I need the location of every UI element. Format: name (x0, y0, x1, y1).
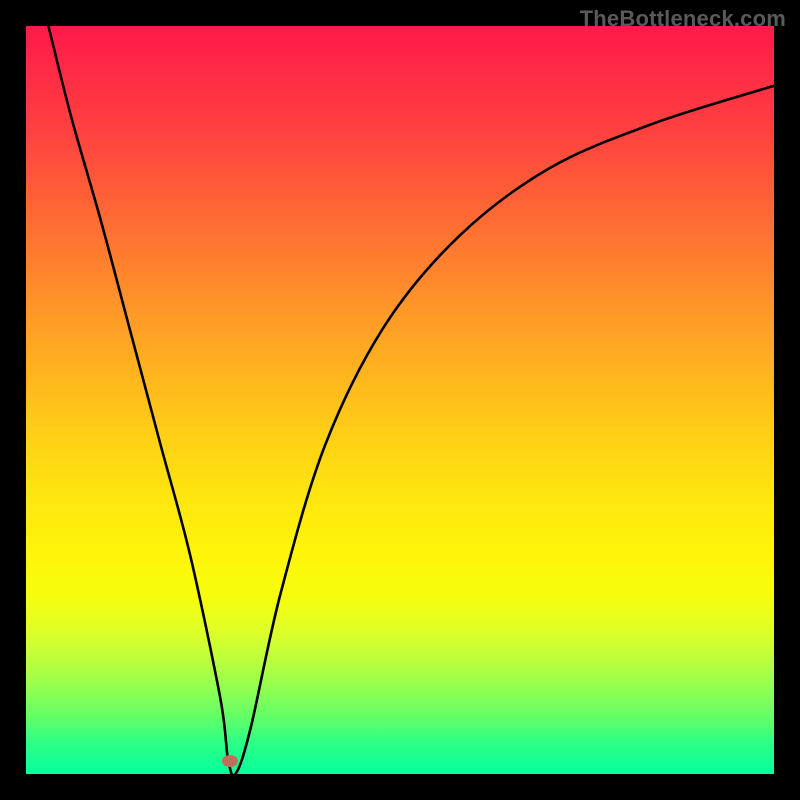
chart-frame: TheBottleneck.com (0, 0, 800, 800)
watermark-text: TheBottleneck.com (580, 6, 786, 32)
curve-path (48, 26, 774, 776)
bottleneck-curve (26, 26, 774, 774)
optimum-marker (222, 755, 238, 767)
